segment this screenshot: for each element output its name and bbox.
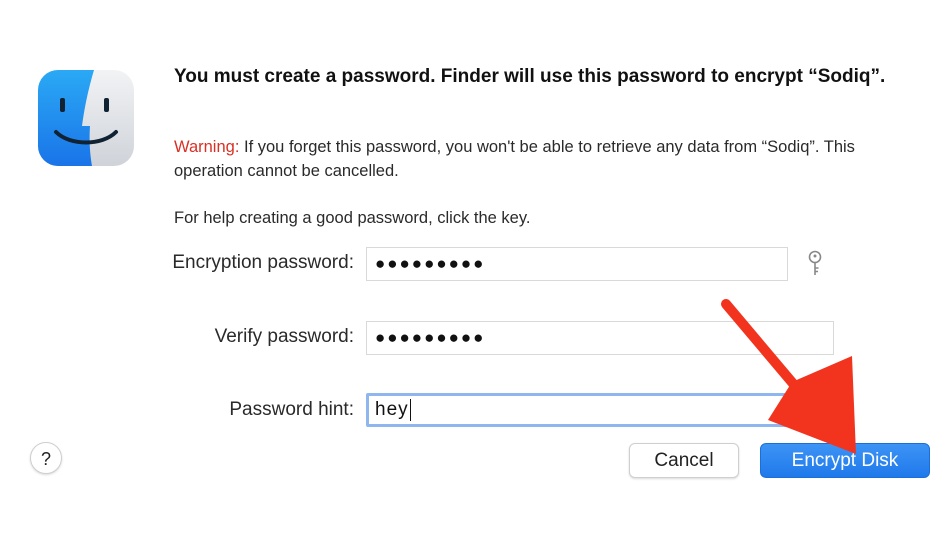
password-hint-field[interactable]: hey <box>366 393 834 427</box>
verify-password-field[interactable]: ●●●●●●●●● <box>366 321 834 355</box>
help-text: For help creating a good password, click… <box>174 209 531 227</box>
help-button[interactable]: ? <box>30 442 62 474</box>
finder-icon <box>38 70 134 166</box>
warning-text: If you forget this password, you won't b… <box>174 138 855 180</box>
cancel-button[interactable]: Cancel <box>629 443 739 478</box>
key-icon[interactable] <box>806 250 824 278</box>
encrypt-disk-dialog: You must create a password. Finder will … <box>0 0 950 541</box>
warning-label: Warning: <box>174 138 240 156</box>
password-hint-value: hey <box>375 399 409 420</box>
encryption-password-label: Encryption password: <box>172 252 354 273</box>
warning-message: Warning: If you forget this password, yo… <box>174 135 894 183</box>
text-caret <box>409 398 412 421</box>
verify-password-label: Verify password: <box>214 326 354 347</box>
dialog-title: You must create a password. Finder will … <box>174 66 886 87</box>
encrypt-disk-button[interactable]: Encrypt Disk <box>760 443 930 478</box>
password-hint-label: Password hint: <box>229 399 354 420</box>
encryption-password-field[interactable]: ●●●●●●●●● <box>366 247 788 281</box>
